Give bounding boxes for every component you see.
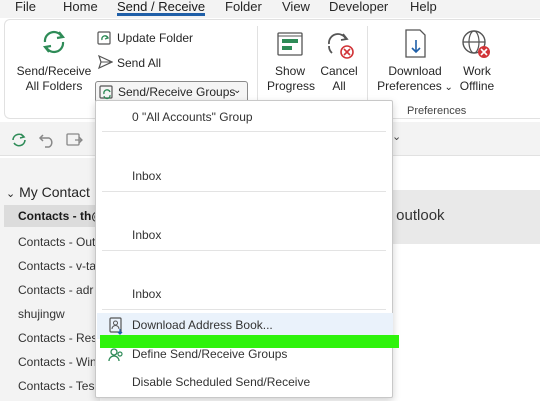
download-preferences-icon [402, 28, 430, 60]
nav-item-contacts[interactable]: Contacts - Res [18, 331, 100, 345]
my-contacts-header[interactable]: ⌄ My Contact [6, 184, 90, 200]
tab-send-receive[interactable]: Send / Receive [117, 0, 206, 16]
chevron-down-icon: ⌄ [233, 85, 242, 96]
tab-help[interactable]: Help [410, 0, 437, 18]
send-receive-groups-label: Send/Receive Groups [118, 85, 236, 99]
sync-icon [38, 26, 70, 58]
tab-view[interactable]: View [282, 0, 310, 18]
menu-item-label: Download Address Book... [132, 318, 273, 332]
menu-item-define-groups[interactable]: Define Send/Receive Groups [96, 346, 392, 366]
send-receive-all-label-2: All Folders [25, 79, 83, 93]
show-progress-label-1: Show [274, 64, 306, 78]
tab-home[interactable]: Home [63, 0, 98, 18]
menu-item-inbox[interactable]: Inbox [96, 169, 392, 187]
chevron-down-icon: ⌄ [6, 188, 16, 200]
menu-divider [102, 191, 386, 192]
address-book-icon [108, 317, 124, 335]
nav-item-contacts[interactable]: Contacts - Out [18, 235, 100, 249]
undo-icon[interactable] [38, 131, 56, 149]
highlight-marker [100, 335, 399, 348]
menu-item-inbox[interactable]: Inbox [96, 228, 392, 246]
sync-icon[interactable] [10, 131, 28, 149]
send-receive-groups-menu: 0 "All Accounts" Group Inbox Inbox Inbox… [95, 100, 393, 398]
menu-item-label: Define Send/Receive Groups [132, 347, 288, 361]
menu-item-all-accounts-group[interactable]: 0 "All Accounts" Group [96, 110, 392, 128]
my-contacts-label: My Contact [19, 184, 90, 200]
nav-item-contacts[interactable]: Contacts - adr [18, 283, 100, 297]
tab-folder[interactable]: Folder [225, 0, 262, 18]
download-preferences-button[interactable]: Download Preferences ⌄ [375, 64, 455, 95]
chevron-down-icon[interactable]: ⌄ [392, 130, 401, 143]
menu-item-label: 0 "All Accounts" Group [132, 110, 253, 124]
menu-item-disable-scheduled[interactable]: Disable Scheduled Send/Receive [96, 374, 392, 394]
menu-item-download-address-book[interactable]: Download Address Book... [96, 317, 392, 337]
progress-icon [276, 30, 304, 58]
nav-item-contacts-selected[interactable]: Contacts - th@ [4, 205, 100, 227]
group-label-preferences: Preferences [407, 105, 467, 117]
send-receive-all-button[interactable]: Send/Receive All Folders [14, 64, 94, 94]
send-all-button[interactable]: Send All [117, 56, 161, 70]
update-folder-button[interactable]: Update Folder [117, 31, 193, 45]
chevron-down-icon: ⌄ [441, 82, 453, 93]
work-offline-label-1: Work [463, 64, 491, 78]
groups-icon [108, 346, 124, 364]
menu-item-label: Inbox [132, 169, 162, 183]
show-progress-button[interactable]: Show Progress [267, 64, 316, 94]
menu-divider [102, 250, 386, 251]
cancel-all-label-2: All [332, 79, 346, 93]
quick-step-icon[interactable] [66, 132, 84, 148]
send-receive-all-label-1: Send/Receive [16, 64, 92, 78]
menu-divider [102, 309, 386, 310]
menu-divider [102, 131, 386, 132]
show-progress-label-2: Progress [267, 79, 316, 93]
update-folder-icon [97, 30, 113, 46]
menu-item-inbox[interactable]: Inbox [96, 287, 392, 305]
work-offline-label-2: Offline [459, 79, 495, 93]
nav-item-contacts[interactable]: Contacts - Tes [18, 379, 100, 393]
download-preferences-label-1: Download [388, 64, 442, 78]
download-preferences-label-2: Preferences [377, 79, 442, 93]
nav-item-contacts[interactable]: shujingw [18, 307, 100, 321]
menu-item-label: Inbox [132, 228, 162, 242]
menu-item-label: Inbox [132, 287, 162, 301]
groups-sync-icon [99, 84, 115, 100]
cancel-all-button[interactable]: Cancel All [317, 64, 361, 94]
nav-item-contacts[interactable]: Contacts - Win [18, 355, 100, 369]
work-offline-button[interactable]: Work Offline [455, 64, 499, 94]
menu-item-label: Disable Scheduled Send/Receive [132, 375, 311, 389]
tab-file[interactable]: File [15, 0, 36, 18]
globe-offline-icon [460, 28, 492, 60]
menu-bar: File Home Send / Receive Folder View Dev… [0, 0, 540, 18]
nav-item-contacts[interactable]: Contacts - v-ta [18, 259, 100, 273]
tab-developer[interactable]: Developer [329, 0, 388, 18]
cancel-sync-icon [323, 28, 355, 60]
send-icon [97, 54, 114, 70]
cancel-all-label-1: Cancel [320, 64, 358, 78]
